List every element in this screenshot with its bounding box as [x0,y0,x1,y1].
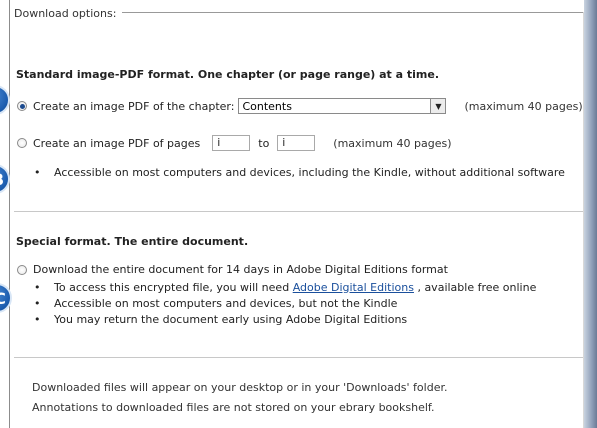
chapter-max-note: (maximum 40 pages) [464,99,583,113]
section-standard-heading: Standard image-PDF format. One chapter (… [16,68,440,81]
callout-b-label: B [0,170,4,189]
section1-bullet-list: • Accessible on most computers and devic… [34,164,565,180]
pages-max-note: (maximum 40 pages) [333,136,452,150]
radio-chapter[interactable] [17,101,27,111]
section2-bullet-list: • To access this encrypted file, you wil… [34,279,536,327]
option-entire-row: Download the entire document for 14 days… [17,263,448,276]
page-from-input[interactable]: i [212,135,251,151]
bullet-return-text: You may return the document early using … [54,312,408,326]
adobe-digital-editions-link[interactable]: Adobe Digital Editions [293,281,414,294]
option-pages-row: Create an image PDF of pages i to i (max… [17,135,452,151]
list-item: • To access this encrypted file, you wil… [34,279,536,295]
fieldset-left-border [9,0,10,428]
footer-line-1: Downloaded files will appear on your des… [32,381,448,394]
section1-bullet-text: Accessible on most computers and devices… [54,165,565,179]
download-options-legend: Download options: [12,6,123,20]
radio-pages[interactable] [17,138,27,148]
section-divider-2 [14,357,583,358]
option-chapter-label: Create an image PDF of the chapter: [33,99,235,113]
section-divider-1 [14,211,583,212]
list-item: • You may return the document early usin… [34,311,536,327]
option-entire-label: Download the entire document for 14 days… [33,263,448,276]
list-item: • Accessible on most computers and devic… [34,295,536,311]
bullet-dot-icon: • [34,280,41,294]
option-pages-label: Create an image PDF of pages [33,136,201,150]
bullet-dot-icon: • [34,312,41,326]
window-shadow [584,0,597,428]
bullet-dot-icon: • [34,296,41,310]
radio-entire-document[interactable] [17,264,27,275]
bullet-accessible-text: Accessible on most computers and devices… [54,296,398,310]
dropdown-arrow-icon[interactable]: ▼ [430,99,446,113]
bullet-access-text: To access this encrypted file, you will … [54,280,290,294]
chapter-select-value: Contents [242,99,292,113]
callout-marker-c: C [0,283,12,313]
section-special-heading: Special format. The entire document. [16,235,249,248]
page-to-input[interactable]: i [277,135,316,151]
footer-notes: Downloaded files will appear on your des… [32,378,447,418]
chapter-select[interactable]: Contents ▼ [238,98,447,114]
bullet-access-suffix: , available free online [417,280,537,294]
fieldset-top-border [120,12,583,13]
option-chapter-row: Create an image PDF of the chapter: Cont… [17,98,583,114]
download-options-panel: Download options: B C Standard image-PDF… [0,0,597,428]
list-item: • Accessible on most computers and devic… [34,164,565,180]
footer-line-2: Annotations to downloaded files are not … [32,401,435,414]
bullet-dot-icon: • [34,165,41,179]
callout-c-label: C [0,289,6,308]
page-to-label: to [258,136,270,150]
